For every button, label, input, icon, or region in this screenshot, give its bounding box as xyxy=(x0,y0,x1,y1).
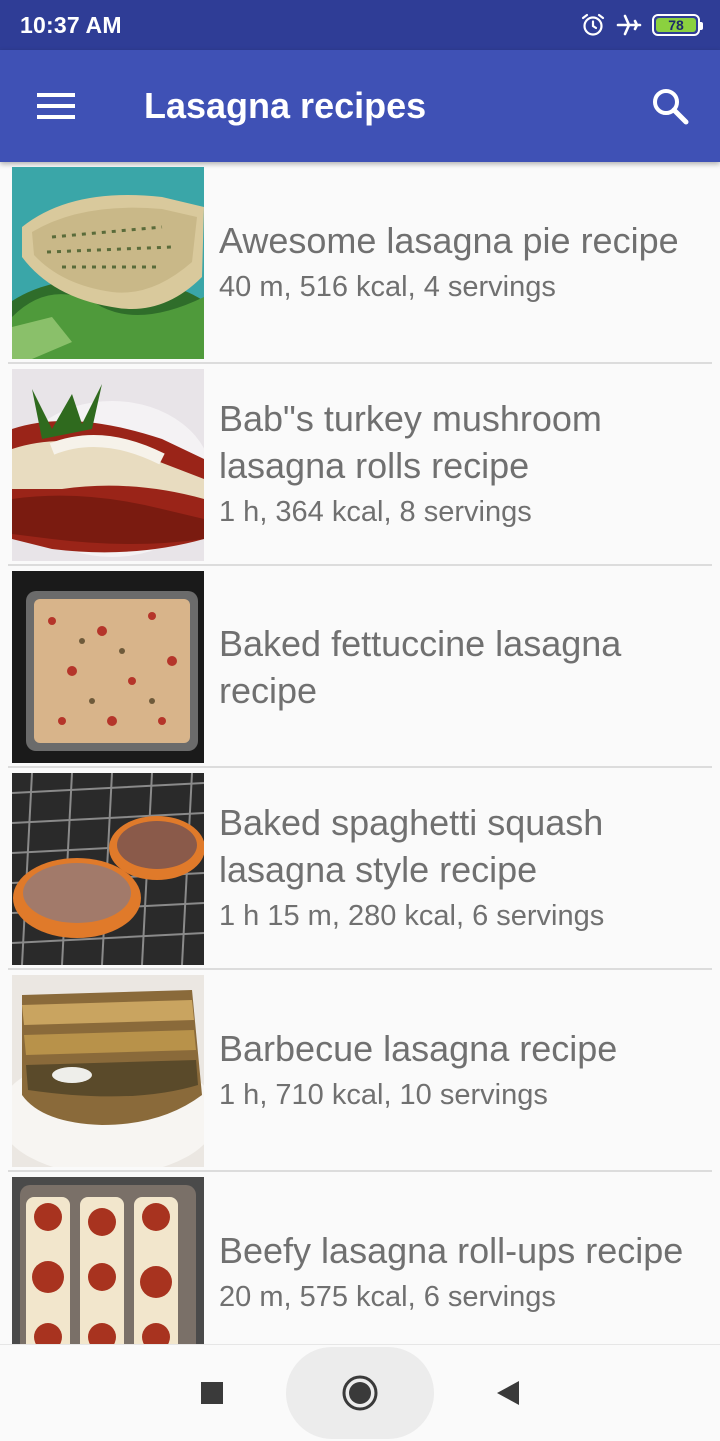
battery-level: 78 xyxy=(656,17,696,33)
back-button[interactable] xyxy=(434,1345,582,1441)
recipe-list[interactable]: Awesome lasagna pie recipe 40 m, 516 kca… xyxy=(0,162,720,1344)
page-title: Lasagna recipes xyxy=(144,85,427,126)
system-nav-bar xyxy=(0,1344,720,1440)
recents-button[interactable] xyxy=(138,1345,286,1441)
home-button[interactable] xyxy=(286,1346,434,1439)
recipe-meta: 1 h, 364 kcal, 8 servings xyxy=(219,496,532,528)
list-item[interactable]: Baked spaghetti squash lasagna style rec… xyxy=(8,768,712,970)
recipe-meta: 1 h, 710 kcal, 10 servings xyxy=(219,1078,548,1111)
recipe-text: Beefy lasagna roll-ups recipe 20 m, 575 … xyxy=(219,1227,704,1320)
recents-square-icon xyxy=(201,1381,223,1404)
recipe-text: Baked spaghetti squash lasagna style rec… xyxy=(219,799,704,939)
airplane-icon xyxy=(616,12,642,38)
list-item[interactable]: Baked fettuccine lasagna recipe xyxy=(8,566,712,768)
battery-icon: 78 xyxy=(652,14,703,36)
recipe-thumbnail xyxy=(12,571,204,763)
recipe-meta: 40 m, 516 kcal, 4 servings xyxy=(219,270,556,303)
recipe-meta: 1 h 15 m, 280 kcal, 6 servings xyxy=(219,900,605,932)
status-time: 10:37 AM xyxy=(20,11,122,38)
status-bar: 10:37 AM 78 xyxy=(0,0,720,50)
recipe-thumbnail xyxy=(12,167,204,359)
search-icon xyxy=(653,89,689,125)
recipe-title: Baked spaghetti squash lasagna style rec… xyxy=(219,802,604,890)
list-item[interactable]: Beefy lasagna roll-ups recipe 20 m, 575 … xyxy=(8,1172,712,1344)
back-triangle-icon xyxy=(497,1380,519,1405)
app-bar: Lasagna recipes xyxy=(0,50,720,162)
recipe-title: Barbecue lasagna recipe xyxy=(219,1027,618,1069)
recipe-text: Bab"s turkey mushroom lasagna rolls reci… xyxy=(219,395,704,535)
recipe-text: Barbecue lasagna recipe 1 h, 710 kcal, 1… xyxy=(219,1025,704,1118)
recipe-thumbnail xyxy=(12,773,204,965)
list-item[interactable]: Barbecue lasagna recipe 1 h, 710 kcal, 1… xyxy=(8,970,712,1172)
recipe-thumbnail xyxy=(12,369,204,561)
recipe-text: Awesome lasagna pie recipe 40 m, 516 kca… xyxy=(219,217,704,310)
recipe-title: Baked fettuccine lasagna recipe xyxy=(219,623,622,711)
status-icons: 78 xyxy=(580,12,703,38)
menu-button[interactable] xyxy=(0,50,112,162)
alarm-icon xyxy=(580,12,606,38)
hamburger-menu-icon xyxy=(37,93,75,119)
list-item[interactable]: Awesome lasagna pie recipe 40 m, 516 kca… xyxy=(8,162,712,364)
recipe-title: Awesome lasagna pie recipe xyxy=(219,219,679,261)
recipe-text: Baked fettuccine lasagna recipe xyxy=(219,620,704,714)
search-button[interactable] xyxy=(620,50,720,162)
recipe-title: Beefy lasagna roll-ups recipe xyxy=(219,1229,684,1271)
home-circle-icon xyxy=(342,1375,378,1410)
recipe-thumbnail xyxy=(12,975,204,1167)
recipe-meta: 20 m, 575 kcal, 6 servings xyxy=(219,1280,556,1313)
recipe-title: Bab"s turkey mushroom lasagna rolls reci… xyxy=(219,398,602,486)
list-item[interactable]: Bab"s turkey mushroom lasagna rolls reci… xyxy=(8,364,712,566)
recipe-thumbnail xyxy=(12,1177,204,1344)
